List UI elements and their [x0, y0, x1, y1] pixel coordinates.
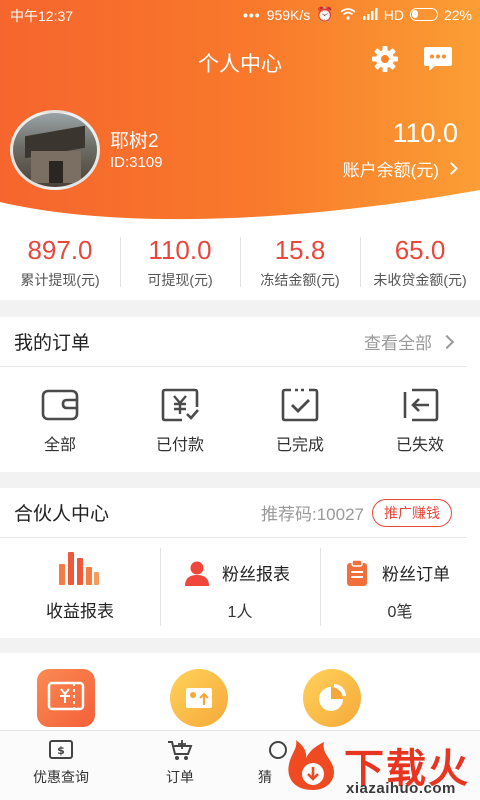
view-all-orders-link[interactable]: 查看全部: [364, 329, 455, 354]
stat-label: 冻结金额(元): [260, 272, 340, 288]
signal-icon: [362, 7, 378, 23]
order-completed-button[interactable]: 已完成: [240, 367, 360, 470]
income-report-button[interactable]: 收益报表: [0, 538, 160, 638]
partner-center-header: 合伙人中心 推荐码:10027 推广赚钱: [0, 488, 466, 538]
flame-logo-icon: [288, 740, 334, 790]
fans-orders-title: 粉丝订单: [382, 565, 450, 584]
wifi-icon: [340, 7, 356, 23]
wallet-icon: [41, 389, 79, 421]
stat-label: 未收贷金额(元): [373, 272, 467, 288]
fans-report-button[interactable]: 粉丝报表 1人: [160, 538, 320, 638]
chevron-right-icon: [439, 334, 455, 349]
partner-stats-row: 收益报表 粉丝报表 1人 粉丝订单 0笔: [0, 538, 480, 638]
stat-withdrawable[interactable]: 110.0 可提现(元): [120, 225, 240, 300]
order-completed-label: 已完成: [275, 437, 324, 454]
referral-code: 推荐码:10027: [261, 505, 364, 524]
order-all-label: 全部: [43, 437, 76, 454]
nav-coupon-search-label: 优惠查询: [33, 769, 89, 785]
view-all-label: 查看全部: [364, 334, 432, 353]
stat-total-withdrawn[interactable]: 897.0 累计提现(元): [0, 225, 120, 300]
user-name: 耶树2: [110, 131, 159, 152]
stat-frozen[interactable]: 15.8 冻结金额(元): [240, 225, 360, 300]
pie-chart-tool-icon[interactable]: [303, 669, 361, 727]
cart-icon: [168, 740, 193, 760]
status-time: 中午12:37: [10, 8, 74, 24]
profile-header: 中午12:37 ••• 959K/s ⏰ HD 22% 个人中心 耶树2 ID:…: [0, 0, 480, 225]
yuan-paid-icon: [161, 388, 199, 422]
completed-check-icon: [281, 388, 319, 422]
network-speed: 959K/s: [266, 6, 311, 23]
gear-icon[interactable]: [370, 44, 400, 74]
coupon-search-icon: $: [49, 740, 73, 759]
chevron-right-icon: [445, 162, 458, 175]
my-orders-card: 我的订单 查看全部 全部 已付款 已完成 已失效: [0, 317, 480, 472]
bar-chart-icon: [59, 552, 99, 585]
coupon-tool-icon[interactable]: [37, 669, 95, 727]
message-icon[interactable]: [423, 45, 453, 73]
stat-value: 110.0: [148, 235, 212, 265]
promote-earn-button[interactable]: 推广赚钱: [372, 498, 452, 527]
status-indicators: ••• 959K/s ⏰ HD 22%: [243, 6, 472, 23]
stat-value: 15.8: [274, 235, 326, 265]
my-orders-header: 我的订单 查看全部: [0, 317, 466, 367]
stat-label: 累计提现(元): [20, 272, 100, 288]
svg-text:$: $: [57, 744, 65, 757]
battery-percent: 22%: [443, 6, 472, 23]
nav-orders-label: 订单: [166, 769, 194, 785]
stat-value: 65.0: [394, 235, 446, 265]
fans-report-value: 1人: [227, 604, 253, 621]
avatar[interactable]: [10, 110, 100, 190]
user-icon: [185, 561, 209, 586]
my-orders-title: 我的订单: [14, 333, 91, 354]
watermark: 下载火 xiazaihuo.com: [282, 736, 478, 800]
stat-value: 897.0: [27, 235, 93, 265]
fans-orders-value: 0笔: [387, 604, 413, 621]
nav-coupon-search[interactable]: $ 优惠查询: [26, 739, 96, 787]
status-bar: 中午12:37 ••• 959K/s ⏰ HD 22%: [0, 0, 480, 28]
account-balance-value: 110.0: [392, 118, 458, 148]
order-paid-label: 已付款: [155, 437, 204, 454]
battery-icon: [409, 8, 438, 21]
network-type: HD: [383, 6, 404, 23]
tools-card: [0, 653, 480, 733]
nav-guess-label: 猜: [258, 769, 272, 785]
order-all-button[interactable]: 全部: [0, 367, 120, 470]
nav-orders[interactable]: 订单: [150, 739, 210, 787]
partner-center-card: 合伙人中心 推荐码:10027 推广赚钱 收益报表 粉丝报表 1人 粉丝订单 0…: [0, 488, 480, 638]
upload-tool-icon[interactable]: [170, 669, 228, 727]
order-status-row: 全部 已付款 已完成 已失效: [0, 367, 480, 470]
more-dots-icon: •••: [242, 6, 261, 23]
stat-uncollected[interactable]: 65.0 未收贷金额(元): [360, 225, 480, 300]
alarm-icon: ⏰: [316, 6, 334, 22]
user-id: ID:3109: [110, 154, 163, 171]
stats-row: 897.0 累计提现(元) 110.0 可提现(元) 15.8 冻结金额(元) …: [0, 225, 480, 300]
stat-label: 可提现(元): [147, 272, 213, 288]
order-expired-button[interactable]: 已失效: [360, 367, 480, 470]
expired-exit-icon: [403, 388, 439, 422]
clipboard-icon: [347, 560, 367, 586]
partner-center-title: 合伙人中心: [14, 504, 110, 525]
fans-report-title: 粉丝报表: [222, 565, 290, 584]
account-balance-label: 账户余额(元): [342, 161, 439, 180]
page-title: 个人中心: [198, 53, 282, 76]
fans-orders-button[interactable]: 粉丝订单 0笔: [320, 538, 480, 638]
header-wave-divider: [0, 190, 480, 225]
watermark-url: xiazaihuo.com: [346, 780, 456, 797]
account-balance-link[interactable]: 账户余额(元): [342, 156, 458, 181]
income-report-label: 收益报表: [46, 602, 114, 621]
order-paid-button[interactable]: 已付款: [120, 367, 240, 470]
order-expired-label: 已失效: [395, 437, 444, 454]
